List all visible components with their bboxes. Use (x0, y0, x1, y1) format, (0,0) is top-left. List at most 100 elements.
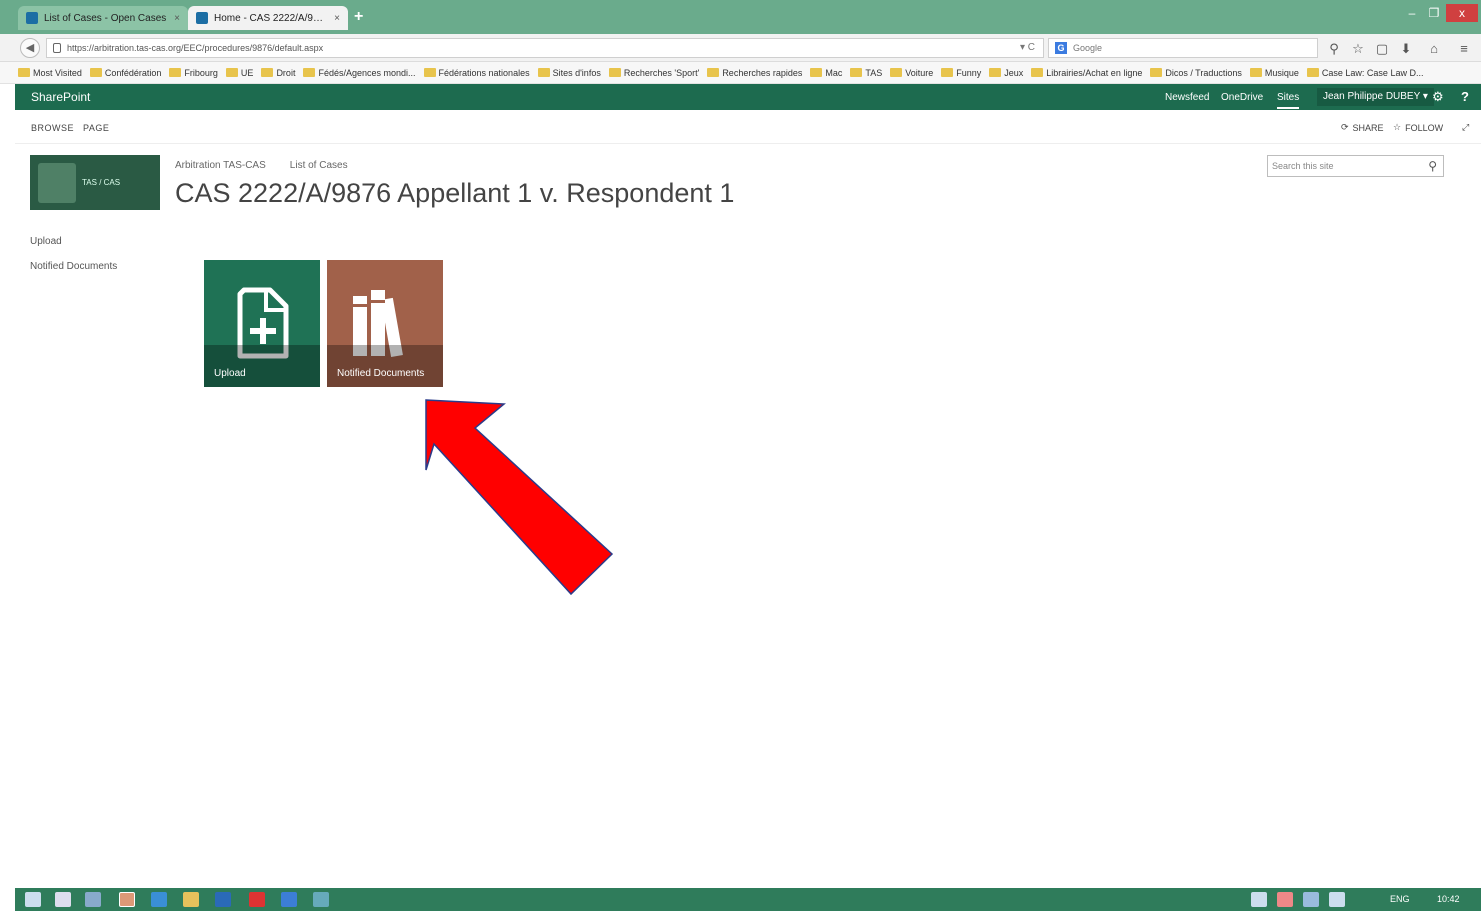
bookmark-item[interactable]: Sites d'infos (537, 67, 601, 78)
bookmark-item[interactable]: Most Visited (18, 68, 82, 78)
lock-icon (53, 43, 61, 53)
star-icon[interactable]: ☆ (1349, 40, 1367, 58)
bookmark-item[interactable]: Case Law: Case Law D... (1306, 68, 1423, 78)
document-app-icon[interactable] (281, 892, 297, 907)
star-icon: ☆ (1393, 122, 1402, 132)
folder-icon (1249, 68, 1262, 77)
settings-app-icon[interactable] (313, 892, 329, 907)
download-icon[interactable]: ⬇ (1397, 40, 1415, 58)
clipboard-icon[interactable]: ▢ (1373, 40, 1391, 58)
settings-gear-icon[interactable]: ⚙ (1432, 89, 1444, 105)
bookmark-item[interactable]: Droit (261, 68, 295, 78)
bookmark-label: Fédés/Agences mondi... (318, 67, 416, 78)
window-maximize-button[interactable]: ❐ (1424, 4, 1444, 22)
bookmark-item[interactable]: Recherches 'Sport' (608, 68, 699, 78)
browser-tab-home[interactable]: Home - CAS 2222/A/9876 ... × (188, 6, 348, 30)
bookmark-item[interactable]: UE (225, 67, 254, 78)
home-icon[interactable]: ⌂ (1425, 40, 1443, 58)
outlook-icon[interactable] (151, 892, 167, 907)
tray-network-icon[interactable] (1303, 892, 1319, 907)
breadcrumb-link-list-of-cases[interactable]: List of Cases (290, 160, 348, 171)
bookmark-label: Musique (1264, 67, 1299, 78)
search-icon[interactable]: ⚲ (1325, 40, 1343, 58)
bookmark-label: Jeux (1004, 67, 1024, 78)
bookmark-item[interactable]: Voiture (890, 68, 933, 78)
bookmark-label: Voiture (905, 67, 934, 78)
bookmark-item[interactable]: Fédés/Agences mondi... (303, 67, 416, 78)
tray-security-icon[interactable] (1277, 892, 1293, 907)
ie-icon[interactable] (85, 892, 101, 907)
browser-search-input[interactable]: G Google (1048, 38, 1318, 58)
tile-notified-documents-label: Notified Documents (337, 368, 425, 379)
clock[interactable]: 10:42 (1437, 894, 1460, 904)
help-icon[interactable]: ? (1461, 89, 1469, 104)
reload-icon[interactable]: ▾ C (1020, 39, 1035, 57)
quick-launch-nav: Upload Notified Documents (30, 236, 117, 272)
window-close-button[interactable]: x (1446, 4, 1478, 22)
tab-title: List of Cases - Open Cases (44, 12, 167, 24)
sharepoint-suite-bar: SharePoint Newsfeed OneDrive Sites Jean … (15, 84, 1481, 110)
focus-on-content-icon[interactable]: ⤢ (1462, 122, 1469, 133)
sharepoint-brand[interactable]: SharePoint (31, 90, 90, 104)
browser-tab-list-of-cases[interactable]: List of Cases - Open Cases × (18, 6, 188, 30)
bookmark-item[interactable]: Fribourg (169, 68, 218, 78)
bookmark-label: Most Visited (33, 67, 82, 78)
quicklaunch-item-notified-documents[interactable]: Notified Documents (30, 261, 117, 272)
suite-link-onedrive[interactable]: OneDrive (1221, 92, 1263, 103)
tab-close-icon[interactable]: × (174, 13, 180, 24)
bookmark-item[interactable]: Mac (810, 68, 842, 78)
firefox-icon[interactable] (119, 892, 135, 907)
suite-link-sites[interactable]: Sites (1277, 92, 1300, 109)
follow-button[interactable]: ☆ FOLLOW (1393, 122, 1443, 133)
site-logo[interactable]: TAS / CAS (30, 155, 160, 210)
bookmark-item[interactable]: Librairies/Achat en ligne (1031, 68, 1142, 78)
search-icon[interactable]: ⚲ (1428, 156, 1437, 176)
language-indicator[interactable]: ENG (1390, 894, 1410, 904)
tile-label-bar (204, 345, 320, 387)
windows-taskbar: ENG 10:42 (15, 888, 1481, 911)
folder-icon (608, 68, 621, 77)
bookmark-label: UE (240, 67, 254, 78)
suite-link-newsfeed[interactable]: Newsfeed (1165, 92, 1209, 103)
word-icon[interactable] (215, 892, 231, 907)
bookmark-item[interactable]: Recherches rapides (707, 68, 802, 78)
tile-upload[interactable]: Upload (204, 260, 320, 387)
bookmark-label: Sites d'infos (552, 67, 601, 78)
new-tab-button[interactable]: + (354, 8, 363, 26)
bookmark-item[interactable]: Dicos / Traductions (1150, 68, 1242, 78)
bookmark-label: Confédération (104, 67, 162, 78)
user-menu[interactable]: Jean Philippe DUBEY ▾ (1317, 88, 1434, 106)
breadcrumb-link-arbitration[interactable]: Arbitration TAS-CAS (175, 160, 266, 171)
tab-title: Home - CAS 2222/A/9876 ... (214, 12, 329, 24)
tab-close-icon[interactable]: × (334, 13, 340, 24)
folder-icon (850, 68, 863, 77)
url-bar[interactable]: https://arbitration.tas-cas.org/EEC/proc… (46, 38, 1044, 58)
tray-keyboard-icon[interactable] (1251, 892, 1267, 907)
notes-app-icon[interactable] (55, 892, 71, 907)
acrobat-icon[interactable] (249, 892, 265, 907)
most-visited-icon (18, 68, 30, 77)
menu-icon[interactable]: ≡ (1455, 40, 1473, 58)
tray-speaker-icon[interactable] (1329, 892, 1345, 907)
tile-notified-documents[interactable]: Notified Documents (327, 260, 443, 387)
quicklaunch-item-upload[interactable]: Upload (30, 236, 117, 247)
bookmark-item[interactable]: Funny (941, 68, 981, 78)
start-icon[interactable] (25, 892, 41, 907)
window-minimize-button[interactable]: – (1402, 4, 1422, 22)
back-button[interactable]: ◀ (20, 38, 40, 58)
share-button[interactable]: ⟳ SHARE (1341, 122, 1384, 133)
ribbon-tab-page[interactable]: PAGE (83, 123, 109, 133)
site-search-input[interactable]: Search this site ⚲ (1267, 155, 1444, 177)
bookmark-item[interactable]: TAS (850, 68, 882, 78)
sharepoint-favicon-icon (26, 12, 38, 24)
file-explorer-icon[interactable] (183, 892, 199, 907)
bookmark-item[interactable]: Jeux (989, 68, 1023, 78)
bookmark-item[interactable]: Fédérations nationales (423, 68, 530, 78)
screen: List of Cases - Open Cases × Home - CAS … (0, 0, 1481, 911)
tile-label-bar (327, 345, 443, 387)
bookmark-item[interactable]: Musique (1249, 67, 1299, 78)
bookmark-item[interactable]: Confédération (89, 67, 162, 78)
follow-label: FOLLOW (1405, 122, 1444, 133)
site-search-placeholder: Search this site (1272, 161, 1334, 171)
ribbon-tab-browse[interactable]: BROWSE (31, 123, 74, 133)
